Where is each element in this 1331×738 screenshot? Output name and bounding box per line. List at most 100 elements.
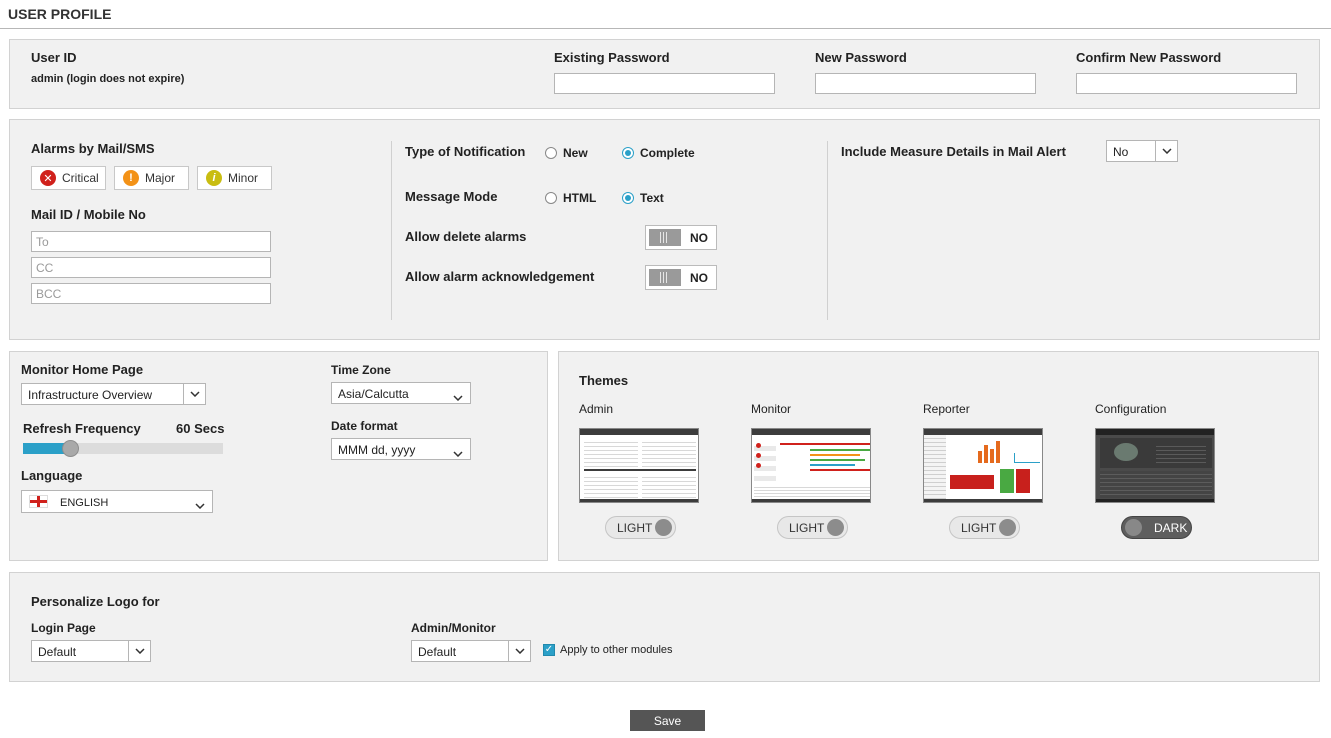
login-page-label: Login Page — [31, 621, 96, 635]
message-mode-text-radio[interactable] — [622, 192, 634, 204]
message-mode-html-radio[interactable] — [545, 192, 557, 204]
page-title: USER PROFILE — [8, 6, 112, 22]
existing-password-input[interactable] — [554, 73, 775, 94]
existing-password-label: Existing Password — [554, 50, 670, 65]
confirm-password-input[interactable] — [1076, 73, 1297, 94]
admin-monitor-select[interactable]: Default — [411, 640, 531, 662]
measure-details-select[interactable]: No — [1106, 140, 1178, 162]
logo-panel: Personalize Logo for Login Page Default … — [9, 572, 1320, 682]
time-zone-select[interactable]: Asia/Calcutta — [331, 382, 471, 404]
user-id-label: User ID — [31, 50, 77, 65]
notification-type-new-radio[interactable] — [545, 147, 557, 159]
mail-cc-input[interactable] — [31, 257, 271, 278]
themes-title: Themes — [579, 373, 629, 388]
major-icon: ! — [123, 170, 139, 186]
minor-label: Minor — [228, 171, 259, 185]
theme-monitor-label: Monitor — [751, 402, 792, 416]
apply-other-modules-checkbox[interactable]: ✓ — [543, 644, 555, 656]
login-page-value: Default — [38, 645, 77, 659]
theme-monitor-toggle[interactable]: LIGHT — [777, 516, 848, 539]
toggle-grip-icon — [649, 229, 681, 246]
time-zone-label: Time Zone — [331, 363, 391, 377]
page-header: USER PROFILE — [0, 0, 1331, 29]
chevron-down-icon — [508, 641, 530, 661]
date-format-select[interactable]: MMM dd, yyyy — [331, 438, 471, 460]
mail-bcc-input[interactable] — [31, 283, 271, 304]
theme-configuration-mode: DARK — [1154, 521, 1188, 535]
home-page-label: Monitor Home Page — [21, 362, 144, 377]
login-page-select[interactable]: Default — [31, 640, 151, 662]
chevron-down-icon — [195, 498, 205, 512]
allow-ack-value: NO — [690, 271, 708, 285]
measure-details-label: Include Measure Details in Mail Alert — [841, 144, 1066, 159]
admin-monitor-label: Admin/Monitor — [411, 621, 496, 635]
save-button[interactable]: Save — [630, 710, 705, 731]
critical-button[interactable]: ✕ Critical — [31, 166, 106, 190]
theme-reporter-toggle[interactable]: LIGHT — [949, 516, 1020, 539]
major-button[interactable]: ! Major — [114, 166, 189, 190]
refresh-frequency-handle[interactable] — [61, 440, 79, 457]
home-page-value: Infrastructure Overview — [28, 388, 153, 402]
major-label: Major — [145, 171, 176, 185]
theme-configuration-toggle[interactable]: DARK — [1121, 516, 1192, 539]
toggle-knob-icon — [827, 519, 844, 536]
message-mode-text-label: Text — [640, 191, 664, 205]
theme-reporter-preview[interactable] — [923, 428, 1043, 503]
chevron-down-icon — [453, 446, 463, 460]
measure-details-value: No — [1113, 145, 1129, 159]
language-label: Language — [21, 468, 83, 483]
notification-type-complete-radio[interactable] — [622, 147, 634, 159]
theme-monitor-mode: LIGHT — [789, 521, 825, 535]
chevron-down-icon — [128, 641, 150, 661]
allow-delete-label: Allow delete alarms — [405, 229, 527, 244]
theme-admin-toggle[interactable]: LIGHT — [605, 516, 676, 539]
mail-id-label: Mail ID / Mobile No — [31, 207, 146, 222]
user-id-value: admin (login does not expire) — [31, 73, 185, 85]
message-mode-html-label: HTML — [563, 191, 597, 205]
toggle-grip-icon — [649, 269, 681, 286]
theme-reporter-label: Reporter — [923, 402, 970, 416]
england-flag-icon — [29, 495, 48, 508]
chevron-down-icon — [453, 390, 463, 404]
theme-reporter-mode: LIGHT — [961, 521, 997, 535]
monitor-panel: Monitor Home Page Infrastructure Overvie… — [9, 351, 548, 561]
notification-type-new-label: New — [563, 146, 588, 160]
theme-configuration-preview[interactable] — [1095, 428, 1215, 503]
language-select[interactable]: ENGLISH — [21, 490, 213, 513]
allow-ack-toggle[interactable]: NO — [645, 265, 717, 290]
theme-monitor-preview[interactable] — [751, 428, 871, 503]
allow-ack-label: Allow alarm acknowledgement — [405, 269, 595, 284]
refresh-frequency-value: 60 Secs — [176, 421, 225, 436]
toggle-knob-icon — [1125, 519, 1142, 536]
themes-panel: Themes Admin LIGHT Monitor LIGHT Reporte — [558, 351, 1319, 561]
toggle-knob-icon — [999, 519, 1016, 536]
divider-right — [827, 141, 828, 320]
allow-delete-value: NO — [690, 231, 708, 245]
apply-other-modules-label: Apply to other modules — [560, 644, 673, 656]
chevron-down-icon — [183, 384, 205, 404]
chevron-down-icon — [1155, 141, 1177, 161]
divider-left — [391, 141, 392, 320]
home-page-select[interactable]: Infrastructure Overview — [21, 383, 206, 405]
date-format-value: MMM dd, yyyy — [338, 443, 416, 457]
mail-to-input[interactable] — [31, 231, 271, 252]
alarms-title: Alarms by Mail/SMS — [31, 141, 155, 156]
account-panel: User ID admin (login does not expire) Ex… — [9, 39, 1320, 109]
theme-admin-mode: LIGHT — [617, 521, 653, 535]
allow-delete-toggle[interactable]: NO — [645, 225, 717, 250]
critical-icon: ✕ — [40, 170, 56, 186]
alarms-panel: Alarms by Mail/SMS ✕ Critical ! Major i … — [9, 119, 1320, 340]
toggle-knob-icon — [655, 519, 672, 536]
refresh-frequency-slider[interactable] — [23, 443, 223, 454]
time-zone-value: Asia/Calcutta — [338, 387, 409, 401]
new-password-input[interactable] — [815, 73, 1036, 94]
new-password-label: New Password — [815, 50, 907, 65]
admin-monitor-value: Default — [418, 645, 457, 659]
refresh-frequency-label: Refresh Frequency — [23, 421, 141, 436]
minor-button[interactable]: i Minor — [197, 166, 272, 190]
language-value: ENGLISH — [60, 497, 109, 509]
notification-type-label: Type of Notification — [405, 144, 526, 159]
theme-configuration-label: Configuration — [1095, 402, 1167, 416]
theme-admin-preview[interactable] — [579, 428, 699, 503]
notification-type-complete-label: Complete — [640, 146, 695, 160]
